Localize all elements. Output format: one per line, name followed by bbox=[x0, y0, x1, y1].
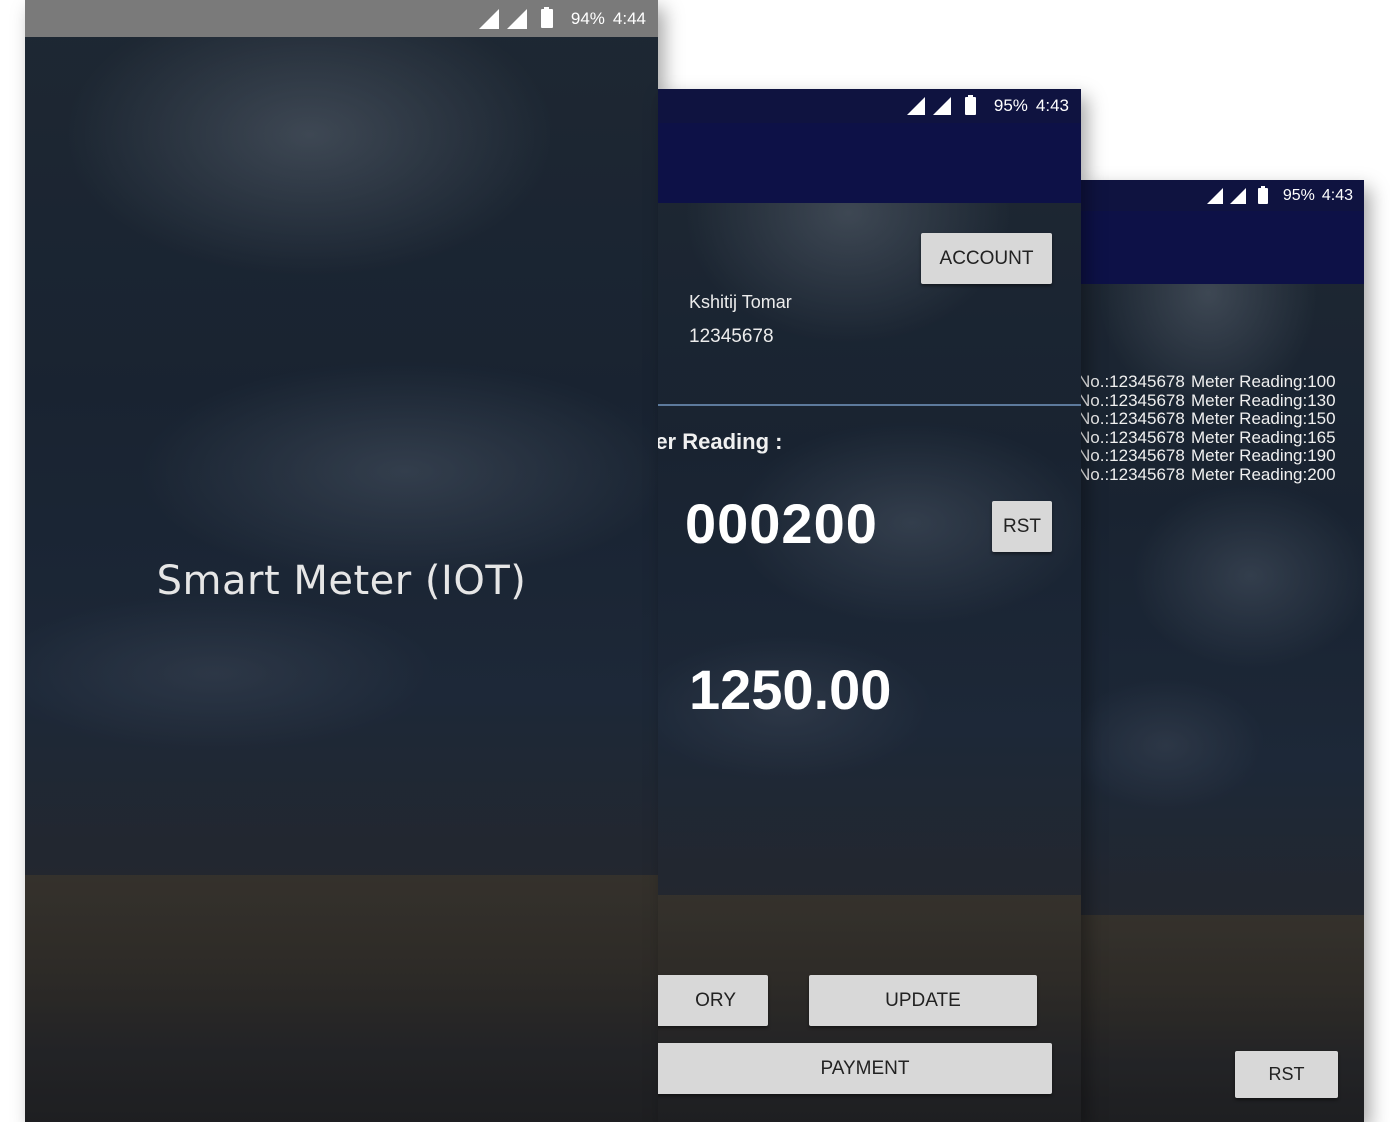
status-bar: 95% 4:43 bbox=[658, 89, 1081, 123]
history-screen: 95% 4:43 No.:12345678 Meter Reading:100 N… bbox=[1081, 180, 1364, 1122]
meter-number: No.:12345678 bbox=[1081, 372, 1185, 391]
signal-icon bbox=[506, 8, 527, 29]
meter-number: No.:12345678 bbox=[1081, 446, 1185, 465]
clock: 4:44 bbox=[612, 8, 646, 28]
battery-level: 95% bbox=[993, 96, 1028, 115]
account-number: 12345678 bbox=[689, 326, 774, 347]
list-item: No.:12345678 Meter Reading:165 bbox=[1081, 427, 1336, 448]
meter-screen: 95% 4:43 ACCOUNT Kshitij Tomar 12345678 … bbox=[658, 89, 1081, 1122]
signal-icon bbox=[478, 8, 499, 29]
clock: 4:43 bbox=[1321, 186, 1353, 204]
divider bbox=[658, 404, 1081, 406]
payment-button[interactable]: PAYMENT bbox=[658, 1043, 1052, 1094]
user-name: Kshitij Tomar bbox=[689, 292, 792, 312]
battery-level: 94% bbox=[570, 8, 605, 28]
list-item: No.:12345678 Meter Reading:150 bbox=[1081, 409, 1336, 429]
rst-button[interactable]: RST bbox=[992, 501, 1052, 552]
list-item: No.:12345678 Meter Reading:190 bbox=[1081, 446, 1336, 466]
meter-reading: Meter Reading:150 bbox=[1191, 409, 1336, 428]
status-bar: 94% 4:44 bbox=[25, 0, 658, 37]
meter-number: No.:12345678 bbox=[1081, 464, 1185, 484]
update-button[interactable]: UPDATE bbox=[809, 975, 1037, 1026]
meter-reading: Meter Reading:200 bbox=[1191, 464, 1336, 484]
app-title: Smart Meter (IOT) bbox=[156, 558, 527, 604]
meter-reading: Meter Reading:165 bbox=[1191, 427, 1336, 447]
list-item: No.:12345678 Meter Reading:200 bbox=[1081, 464, 1336, 485]
signal-icon bbox=[906, 97, 925, 115]
meter-reading: Meter Reading:130 bbox=[1191, 390, 1336, 410]
app-bar bbox=[1081, 211, 1364, 284]
account-button[interactable]: ACCOUNT bbox=[921, 233, 1052, 284]
meter-reading: Meter Reading:100 bbox=[1191, 372, 1336, 391]
list-item: No.:12345678 Meter Reading:130 bbox=[1081, 390, 1336, 411]
app-bar bbox=[658, 123, 1081, 203]
rst-button[interactable]: RST bbox=[1235, 1051, 1338, 1098]
meter-reading: Meter Reading:190 bbox=[1191, 446, 1336, 465]
amount-value: 1250.00 bbox=[689, 658, 892, 721]
meter-number: No.:12345678 bbox=[1081, 409, 1185, 428]
status-bar: 95% 4:43 bbox=[1081, 180, 1364, 211]
history-list: No.:12345678 Meter Reading:100 No.:123456… bbox=[1081, 372, 1336, 485]
clock: 4:43 bbox=[1035, 96, 1069, 115]
battery-icon bbox=[1257, 185, 1268, 204]
battery-icon bbox=[540, 7, 553, 28]
history-button[interactable]: ORY bbox=[658, 975, 768, 1026]
signal-icon bbox=[1229, 187, 1246, 204]
splash-screen: 94% 4:44 Smart Meter (IOT) bbox=[25, 0, 658, 1122]
signal-icon bbox=[932, 97, 951, 115]
meter-number: No.:12345678 bbox=[1081, 390, 1185, 410]
meter-reading-label: ter Reading : bbox=[658, 429, 783, 454]
signal-icon bbox=[1206, 187, 1223, 204]
meter-number: No.:12345678 bbox=[1081, 427, 1185, 447]
battery-icon bbox=[964, 95, 976, 115]
list-item: No.:12345678 Meter Reading:100 bbox=[1081, 372, 1336, 392]
meter-reading-value: 000200 bbox=[685, 492, 878, 555]
battery-level: 95% bbox=[1282, 186, 1315, 204]
